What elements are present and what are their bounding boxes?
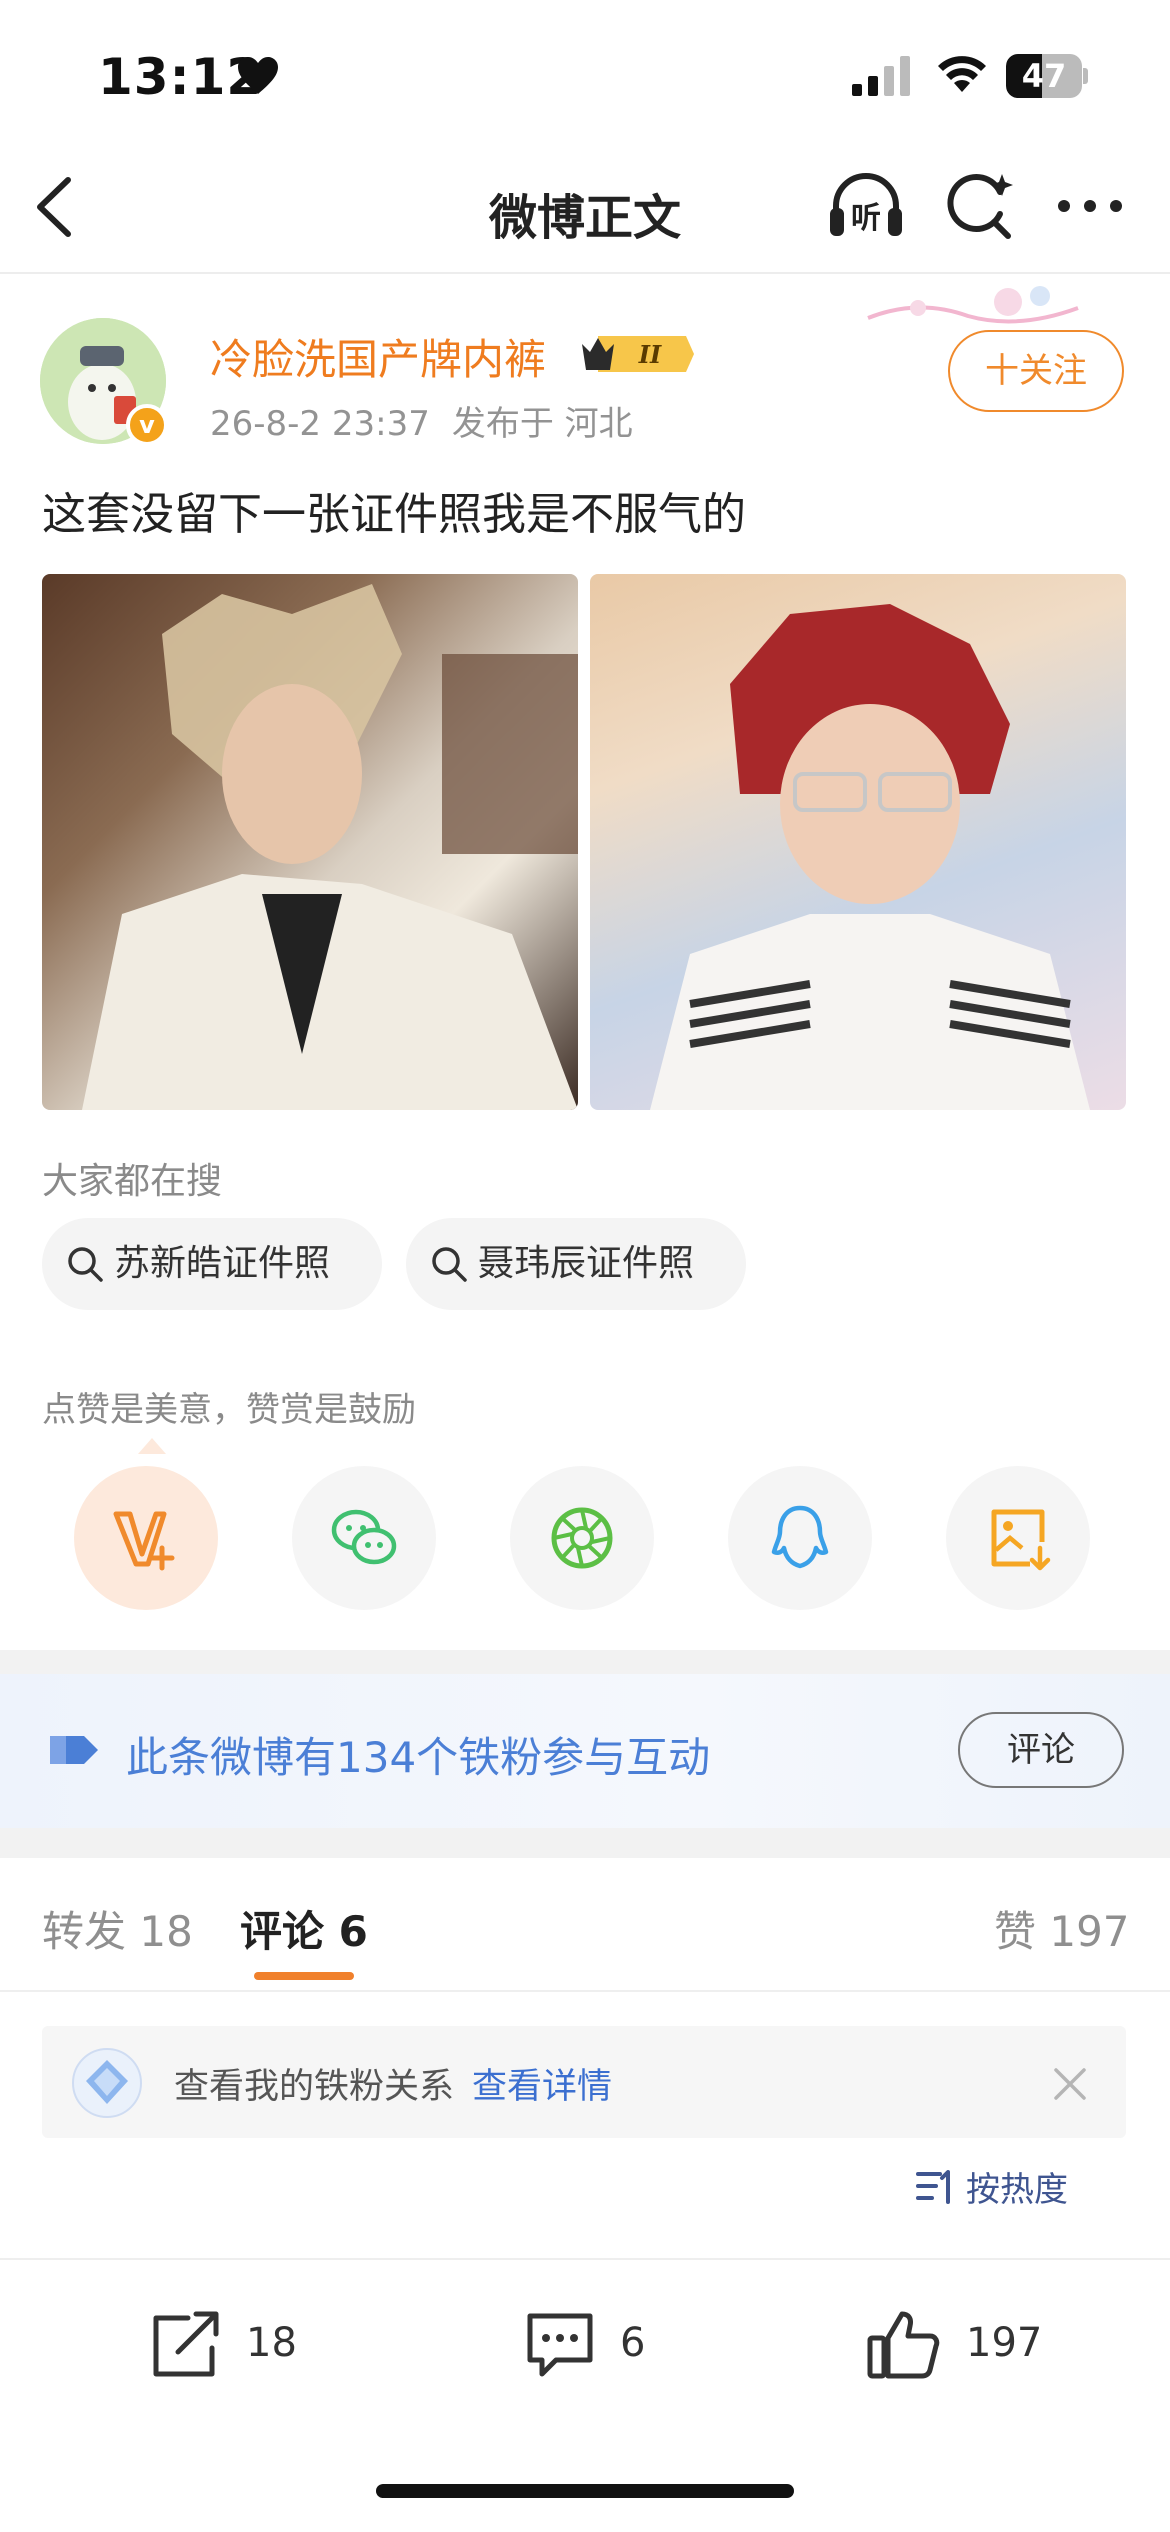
moments-icon (551, 1507, 613, 1569)
post-text: 这套没留下一张证件照我是不服气的 (42, 489, 746, 540)
username[interactable]: 冷脸洗国产牌内裤 (210, 326, 546, 387)
decoration-icon (867, 286, 1079, 324)
sort-label: 按热度 (966, 2170, 1068, 2210)
post-photo[interactable] (590, 574, 1126, 1110)
fan-relation-icon (72, 2048, 142, 2118)
vip-level: II (638, 340, 662, 369)
search-chip[interactable]: 聂玮辰证件照 (406, 1218, 746, 1310)
fans-icon (50, 1736, 98, 1764)
tab-repost[interactable]: 转发 18 (42, 1898, 193, 1959)
tabs-divider (0, 1990, 1170, 1992)
search-icon (432, 1247, 467, 1282)
search-chip-label: 苏新皓证件照 (114, 1243, 331, 1284)
repost-count: 18 (246, 2320, 297, 2366)
post-photo[interactable] (42, 574, 578, 1110)
listen-button[interactable]: 听 (826, 168, 906, 244)
tab-comment[interactable]: 评论 6 (240, 1898, 368, 1959)
fan-relation-text: 查看我的铁粉关系 查看详情 (174, 2058, 612, 2109)
view-details-link[interactable]: 查看详情 (472, 2067, 612, 2107)
battery-percent: 47 (1021, 57, 1067, 95)
qq-icon (771, 1505, 829, 1569)
thumbs-up-icon (867, 2311, 940, 2379)
comment-count: 6 (620, 2320, 646, 2366)
trending-search-label: 大家都在搜 (42, 1161, 223, 1202)
search-icon (68, 1247, 103, 1282)
share-wechat-button[interactable] (292, 1466, 436, 1610)
sort-by-hot-button[interactable]: 按热度 (916, 2162, 1068, 2211)
tab-like[interactable]: 赞 197 (994, 1898, 1130, 1959)
fan-relation-label: 查看我的铁粉关系 (174, 2067, 455, 2107)
fans-banner-text: 此条微博有134个铁粉参与互动 (126, 1733, 711, 1782)
vip-badge-icon[interactable]: II (578, 330, 696, 378)
search-chip[interactable]: 苏新皓证件照 (42, 1218, 382, 1310)
sort-icon (916, 2170, 950, 2204)
share-qq-button[interactable] (728, 1466, 872, 1610)
battery-indicator: 47 (1006, 54, 1088, 98)
wifi-icon (938, 56, 986, 92)
post-meta: 26-8-2 23:37 发布于 河北 (210, 396, 633, 445)
comment-button[interactable]: 6 (522, 2298, 645, 2388)
repost-button[interactable]: 18 (148, 2298, 297, 2388)
wechat-icon (331, 1509, 397, 1565)
nav-divider (0, 272, 1170, 274)
post-location: 发布于 河北 (451, 404, 633, 444)
heart-icon (238, 57, 278, 94)
section-separator (0, 1828, 1170, 1858)
listen-icon: 听 (830, 173, 902, 236)
section-separator (0, 1650, 1170, 1674)
search-icon[interactable] (944, 170, 1016, 242)
comment-icon (527, 2313, 593, 2377)
like-count: 197 (966, 2320, 1043, 2366)
bottom-bar-divider (0, 2258, 1170, 2260)
like-button[interactable]: 197 (866, 2298, 1042, 2388)
tooltip-arrow (138, 1438, 166, 1454)
praise-label: 点赞是美意，赞赏是鼓励 (42, 1390, 416, 1430)
reward-button[interactable] (74, 1466, 218, 1610)
post-time: 26-8-2 23:37 (210, 404, 430, 444)
reward-icon (113, 1511, 175, 1571)
save-image-button[interactable] (946, 1466, 1090, 1610)
signal-icon (852, 56, 910, 96)
more-icon[interactable] (1056, 196, 1124, 216)
save-image-icon (991, 1509, 1051, 1571)
tab-active-indicator (254, 1972, 354, 1980)
repost-icon (153, 2311, 219, 2377)
listen-label: 听 (851, 201, 881, 236)
search-chip-label: 聂玮辰证件照 (478, 1243, 695, 1284)
close-icon[interactable] (1050, 2064, 1090, 2104)
verified-badge: v (126, 404, 168, 446)
share-moments-button[interactable] (510, 1466, 654, 1610)
follow-button[interactable]: 十关注 (948, 330, 1124, 412)
fans-comment-button[interactable]: 评论 (958, 1712, 1124, 1788)
home-indicator (376, 2484, 794, 2498)
